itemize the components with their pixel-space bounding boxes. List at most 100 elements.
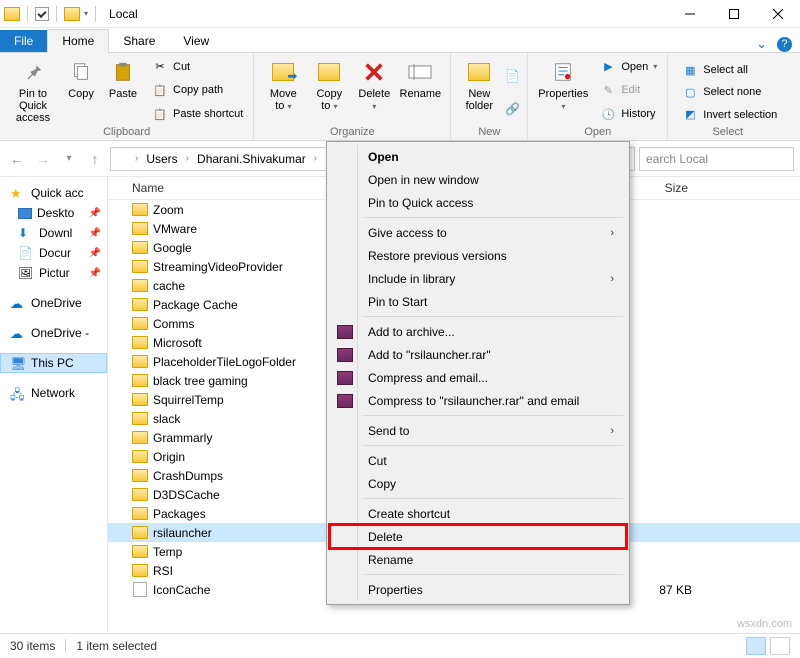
rar-icon — [337, 371, 353, 385]
up-button[interactable]: ↑ — [84, 148, 106, 170]
folder-icon — [132, 545, 148, 558]
downloads-icon: ⬇ — [18, 226, 34, 240]
selection-count: 1 item selected — [76, 639, 157, 653]
ctx-restore-versions[interactable]: Restore previous versions — [330, 244, 626, 267]
context-menu: Open Open in new window Pin to Quick acc… — [326, 141, 630, 605]
move-to-button[interactable]: ➡ Move to ▾ — [260, 55, 306, 126]
pin-quick-access-button[interactable]: Pin to Quick access — [6, 55, 60, 126]
rar-icon — [337, 325, 353, 339]
ctx-open-new-window[interactable]: Open in new window — [330, 168, 626, 191]
desktop-icon — [18, 208, 32, 219]
copy-button[interactable]: Copy — [60, 55, 102, 126]
easy-access-icon[interactable]: 🔗 — [505, 102, 521, 116]
folder-icon — [132, 450, 148, 463]
folder-icon — [132, 222, 148, 235]
item-count: 30 items — [10, 639, 55, 653]
new-folder-button[interactable]: New folder — [457, 55, 501, 126]
nav-pane: ★Quick acc Deskto📌 ⬇Downl📌 📄Docur📌 🖼Pict… — [0, 177, 108, 633]
sidebar-quick-access[interactable]: ★Quick acc — [0, 183, 107, 203]
ctx-compress-email[interactable]: Compress and email... — [330, 366, 626, 389]
large-icons-view-button[interactable] — [770, 637, 790, 655]
qat-dropdown-icon[interactable]: ▾ — [84, 9, 88, 18]
ctx-copy[interactable]: Copy — [330, 472, 626, 495]
ctx-add-archive[interactable]: Add to archive... — [330, 320, 626, 343]
tab-share[interactable]: Share — [109, 30, 169, 52]
recent-dropdown[interactable]: ▾ — [58, 148, 80, 170]
copy-path-button[interactable]: 📋Copy path — [148, 80, 247, 100]
open-button[interactable]: ▶Open ▾ — [596, 57, 661, 77]
ctx-add-rar[interactable]: Add to "rsilauncher.rar" — [330, 343, 626, 366]
header-name[interactable]: Name — [108, 181, 363, 195]
paste-button[interactable]: Paste — [102, 55, 144, 126]
sidebar-onedrive[interactable]: ☁OneDrive — [0, 293, 107, 313]
back-button[interactable]: ← — [6, 148, 28, 170]
ctx-send-to[interactable]: Send to› — [330, 419, 626, 442]
tab-view[interactable]: View — [169, 30, 223, 52]
properties-icon — [549, 59, 577, 85]
paste-icon — [109, 59, 137, 85]
file-icon — [133, 582, 147, 597]
pictures-icon: 🖼 — [18, 266, 34, 280]
details-view-button[interactable] — [746, 637, 766, 655]
rename-button[interactable]: Rename — [396, 55, 444, 126]
sidebar-desktop[interactable]: Deskto📌 — [0, 203, 107, 223]
copy-to-button[interactable]: Copy to ▾ — [306, 55, 352, 126]
ctx-pin-start[interactable]: Pin to Start — [330, 290, 626, 313]
ribbon-tabs: File Home Share View ⌄ ? — [0, 28, 800, 53]
folder-icon — [132, 488, 148, 501]
select-none-button[interactable]: ▢Select none — [678, 82, 781, 102]
tab-home[interactable]: Home — [47, 29, 109, 53]
new-folder-icon — [465, 59, 493, 85]
delete-button[interactable]: Delete ▾ — [352, 55, 396, 126]
ctx-rename[interactable]: Rename — [330, 548, 626, 571]
sidebar-downloads[interactable]: ⬇Downl📌 — [0, 223, 107, 243]
sidebar-onedrive-2[interactable]: ☁OneDrive - — [0, 323, 107, 343]
ctx-cut[interactable]: Cut — [330, 449, 626, 472]
folder-icon — [132, 374, 148, 387]
sidebar-documents[interactable]: 📄Docur📌 — [0, 243, 107, 263]
ctx-create-shortcut[interactable]: Create shortcut — [330, 502, 626, 525]
breadcrumb-users[interactable]: Users — [142, 152, 181, 166]
status-bar: 30 items 1 item selected — [0, 633, 800, 658]
edit-button[interactable]: ✎Edit — [596, 80, 661, 100]
close-button[interactable] — [756, 0, 800, 28]
ctx-pin-quick-access[interactable]: Pin to Quick access — [330, 191, 626, 214]
tab-file[interactable]: File — [0, 30, 47, 52]
history-button[interactable]: 🕓History — [596, 104, 661, 124]
select-all-icon: ▦ — [682, 62, 698, 78]
ribbon: Pin to Quick access Copy Paste ✂Cut 📋Cop… — [0, 53, 800, 141]
group-select: Select — [674, 126, 781, 140]
group-open: Open — [534, 126, 661, 140]
ctx-include-library[interactable]: Include in library› — [330, 267, 626, 290]
new-item-icon[interactable]: 📄 — [505, 69, 521, 83]
properties-button[interactable]: Properties ▾ — [534, 55, 592, 126]
folder-icon — [4, 7, 20, 21]
ctx-delete[interactable]: Delete — [330, 525, 626, 548]
invert-selection-button[interactable]: ◩Invert selection — [678, 105, 781, 125]
select-all-button[interactable]: ▦Select all — [678, 60, 781, 80]
qat-properties-icon[interactable] — [35, 7, 49, 21]
watermark: wsxdn.com — [737, 618, 792, 630]
ribbon-expand-icon[interactable]: ⌄ — [756, 36, 767, 52]
help-icon[interactable]: ? — [777, 37, 792, 52]
breadcrumb-user[interactable]: Dharani.Shivakumar — [193, 152, 310, 166]
sidebar-pictures[interactable]: 🖼Pictur📌 — [0, 263, 107, 283]
forward-button[interactable]: → — [32, 148, 54, 170]
group-organize: Organize — [260, 126, 444, 140]
sidebar-this-pc[interactable]: 🖥This PC — [0, 353, 107, 373]
ctx-open[interactable]: Open — [330, 145, 626, 168]
ctx-compress-rar-email[interactable]: Compress to "rsilauncher.rar" and email — [330, 389, 626, 412]
paste-shortcut-button[interactable]: 📋Paste shortcut — [148, 104, 247, 124]
maximize-button[interactable] — [712, 0, 756, 28]
cut-button[interactable]: ✂Cut — [148, 57, 247, 77]
folder-icon — [132, 241, 148, 254]
delete-x-icon — [360, 59, 388, 85]
search-input[interactable]: earch Local — [639, 147, 794, 171]
sidebar-network[interactable]: 🖧Network — [0, 383, 107, 403]
folder-icon — [132, 526, 148, 539]
folder-icon — [132, 412, 148, 425]
ctx-give-access[interactable]: Give access to› — [330, 221, 626, 244]
minimize-button[interactable] — [668, 0, 712, 28]
folder-icon — [132, 507, 148, 520]
ctx-properties[interactable]: Properties — [330, 578, 626, 601]
